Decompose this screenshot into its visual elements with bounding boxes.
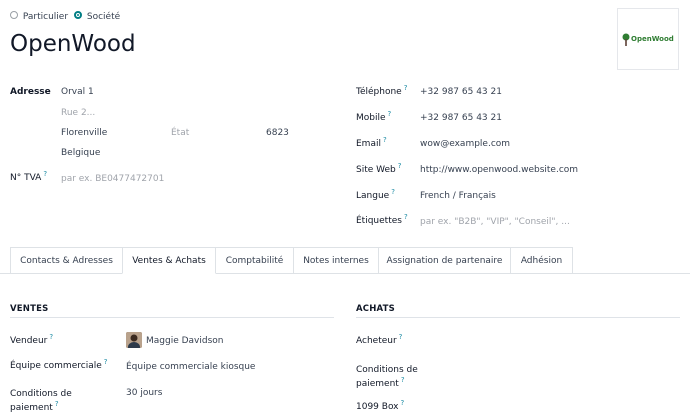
vat-label-text: N° TVA (10, 173, 42, 183)
tags-field[interactable]: par ex. "B2B", "VIP", "Conseil", ... (420, 217, 570, 227)
help-icon[interactable]: ? (404, 84, 408, 92)
sales-payment-terms-label-line1: Conditions de (10, 389, 72, 399)
radio-checked-icon (74, 11, 82, 19)
website-label: Site Web? (356, 162, 402, 175)
phone-label-text: Téléphone (356, 87, 402, 97)
radio-company-label: Société (86, 12, 121, 22)
sales-section-title: VENTES (10, 304, 49, 314)
language-label-text: Langue (356, 191, 390, 201)
box-1099-label: 1099 Box? (356, 399, 405, 412)
box-1099-label-text: 1099 Box (356, 402, 399, 412)
state-field[interactable]: État (171, 128, 189, 138)
salesperson-label: Vendeur? (10, 333, 53, 346)
sales-team-label-text: Équipe commerciale (10, 361, 102, 371)
partner-type-radio-individual[interactable]: Particulier (10, 11, 68, 22)
phone-label: Téléphone? (356, 84, 408, 97)
partner-logo-image[interactable]: OpenWood (617, 8, 679, 70)
street-field[interactable]: Orval 1 (61, 87, 94, 97)
help-icon[interactable]: ? (383, 136, 387, 144)
tab-contacts-addresses[interactable]: Contacts & Adresses (10, 247, 123, 273)
sales-team-label: Équipe commerciale? (10, 358, 108, 371)
email-label-text: Email (356, 139, 381, 149)
purchase-section-title: ACHATS (356, 304, 395, 314)
help-icon[interactable]: ? (404, 213, 408, 221)
tags-label-text: Étiquettes (356, 216, 402, 226)
vat-field[interactable]: par ex. BE0477472701 (61, 174, 164, 184)
sales-payment-terms-label-line2: paiement (10, 403, 53, 413)
radio-individual-label: Particulier (22, 12, 69, 22)
help-icon[interactable]: ? (391, 188, 395, 196)
country-field[interactable]: Belgique (61, 148, 100, 158)
help-icon[interactable]: ? (401, 376, 405, 384)
city-field[interactable]: Florenville (61, 128, 107, 138)
tab-membership[interactable]: Adhésion (510, 247, 573, 273)
mobile-field[interactable]: +32 987 65 43 21 (420, 113, 502, 123)
help-icon[interactable]: ? (388, 110, 392, 118)
help-icon[interactable]: ? (43, 170, 47, 178)
street2-field[interactable]: Rue 2... (61, 108, 95, 118)
address-label: Adresse (10, 87, 51, 97)
zip-field[interactable]: 6823 (266, 128, 289, 138)
help-icon[interactable]: ? (399, 333, 403, 341)
help-icon[interactable]: ? (104, 358, 108, 366)
help-icon[interactable]: ? (398, 162, 402, 170)
purchase-payment-terms-label: Conditions de paiement? (356, 363, 418, 391)
email-field[interactable]: wow@example.com (420, 139, 510, 149)
purchase-payment-terms-label-line1: Conditions de (356, 365, 418, 375)
sales-team-field[interactable]: Équipe commerciale kiosque (126, 362, 255, 372)
tab-accounting[interactable]: Comptabilité (215, 247, 294, 273)
website-label-text: Site Web (356, 165, 396, 175)
sales-payment-terms-label: Conditions de paiement? (10, 387, 72, 415)
phone-field[interactable]: +32 987 65 43 21 (420, 87, 502, 97)
partner-name-field[interactable]: OpenWood (10, 31, 136, 57)
avatar (126, 332, 142, 348)
tab-internal-notes[interactable]: Notes internes (293, 247, 379, 273)
tags-label: Étiquettes? (356, 213, 408, 226)
sales-divider (10, 317, 334, 318)
help-icon[interactable]: ? (401, 399, 405, 407)
sales-payment-terms-field[interactable]: 30 jours (126, 388, 162, 398)
language-field[interactable]: French / Français (420, 191, 496, 201)
salesperson-name: Maggie Davidson (146, 336, 224, 346)
mobile-label: Mobile? (356, 110, 392, 123)
tab-partner-assignment[interactable]: Assignation de partenaire (378, 247, 511, 273)
purchase-payment-terms-label-line2: paiement (356, 379, 399, 389)
buyer-label-text: Acheteur (356, 336, 397, 346)
website-field[interactable]: http://www.openwood.website.com (420, 165, 578, 175)
email-label: Email? (356, 136, 387, 149)
help-icon[interactable]: ? (49, 333, 53, 341)
language-label: Langue? (356, 188, 395, 201)
vat-label: N° TVA? (10, 170, 47, 183)
help-icon[interactable]: ? (55, 400, 59, 408)
mobile-label-text: Mobile (356, 113, 386, 123)
radio-unchecked-icon (10, 11, 18, 19)
partner-type-radio-company[interactable]: Société (74, 11, 120, 22)
buyer-label: Acheteur? (356, 333, 403, 346)
tree-icon (622, 33, 630, 47)
purchase-divider (356, 317, 680, 318)
salesperson-label-text: Vendeur (10, 336, 48, 346)
tab-sales-purchase[interactable]: Ventes & Achats (122, 247, 216, 274)
logo-text: OpenWood (631, 35, 674, 43)
